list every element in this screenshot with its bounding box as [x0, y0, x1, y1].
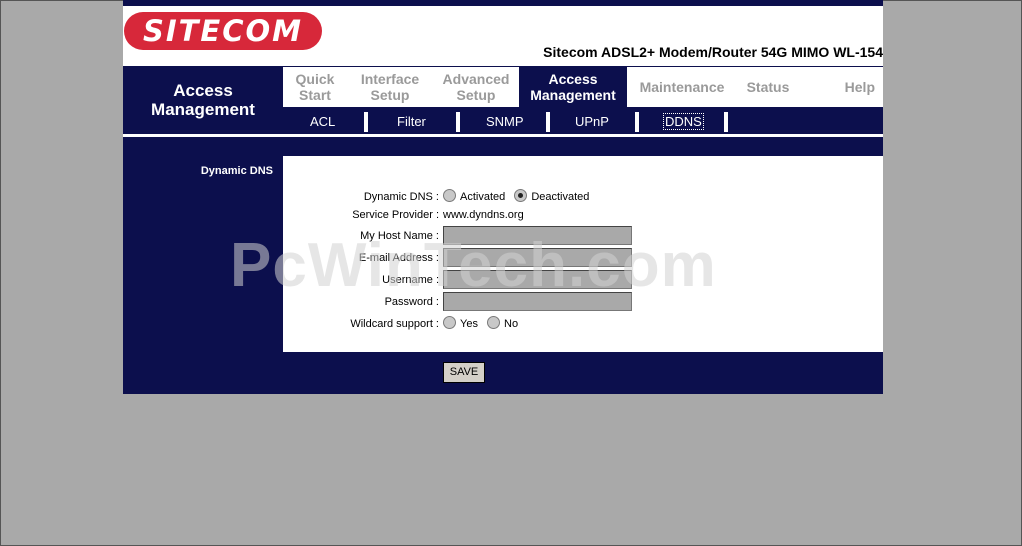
tab-help[interactable]: Help — [799, 67, 883, 107]
header: SITECOM Sitecom ADSL2+ Modem/Router 54G … — [123, 6, 883, 62]
service-provider-value: www.dyndns.org — [443, 209, 524, 221]
activated-radio[interactable] — [443, 189, 456, 202]
service-provider-label: Service Provider : — [352, 209, 439, 221]
subnav-snmp[interactable]: SNMP — [486, 114, 524, 129]
subnav-separator — [364, 112, 368, 132]
subnav-separator — [456, 112, 460, 132]
main-tabs: Quick Start Interface Setup Advanced Set… — [283, 67, 883, 107]
wildcard-yes-label: Yes — [460, 318, 478, 330]
wildcard-no-radio[interactable] — [487, 316, 501, 329]
deactivated-label: Deactivated — [531, 191, 590, 203]
subnav-upnp[interactable]: UPnP — [575, 114, 609, 129]
dynamic-dns-row: Dynamic DNS : Activated Deactivated — [283, 187, 883, 207]
section-title: Access Management — [151, 81, 255, 119]
dynamic-dns-options: Activated Deactivated — [443, 187, 595, 207]
sitecom-logo: SITECOM — [124, 12, 322, 50]
dynamic-dns-label: Dynamic DNS : — [363, 191, 439, 203]
tab-maintenance[interactable]: Maintenance — [627, 67, 737, 107]
tab-advanced-setup[interactable]: Advanced Setup — [433, 67, 519, 107]
save-button[interactable]: SAVE — [443, 362, 485, 383]
subnav-separator — [724, 112, 728, 132]
nav-divider — [123, 134, 883, 137]
wildcard-label: Wildcard support : — [350, 318, 439, 330]
tab-interface-setup[interactable]: Interface Setup — [347, 67, 433, 107]
service-provider-row: Service Provider : www.dyndns.org — [283, 205, 883, 225]
subnav-acl[interactable]: ACL — [310, 114, 335, 129]
tab-quick-start[interactable]: Quick Start — [283, 67, 347, 107]
watermark: PcWinTech.com — [230, 231, 717, 300]
subnav-filter[interactable]: Filter — [397, 114, 426, 129]
tab-access-management[interactable]: Access Management — [519, 67, 627, 107]
wildcard-row: Wildcard support : Yes No — [283, 314, 883, 334]
subnav-separator — [635, 112, 639, 132]
panel-left-label: Dynamic DNS — [200, 165, 273, 177]
wildcard-no-label: No — [504, 318, 519, 330]
sub-navigation: ACL Filter SNMP UPnP DDNS — [283, 107, 883, 134]
activated-label: Activated — [460, 191, 506, 203]
subnav-ddns[interactable]: DDNS — [663, 113, 704, 130]
router-admin-page: SITECOM Sitecom ADSL2+ Modem/Router 54G … — [123, 0, 883, 394]
product-title: Sitecom ADSL2+ Modem/Router 54G MIMO WL-… — [543, 44, 883, 60]
wildcard-options: Yes No — [443, 314, 524, 334]
wildcard-yes-radio[interactable] — [443, 316, 456, 329]
deactivated-radio[interactable] — [514, 189, 528, 202]
subnav-separator — [546, 112, 550, 132]
tab-status[interactable]: Status — [737, 67, 799, 107]
